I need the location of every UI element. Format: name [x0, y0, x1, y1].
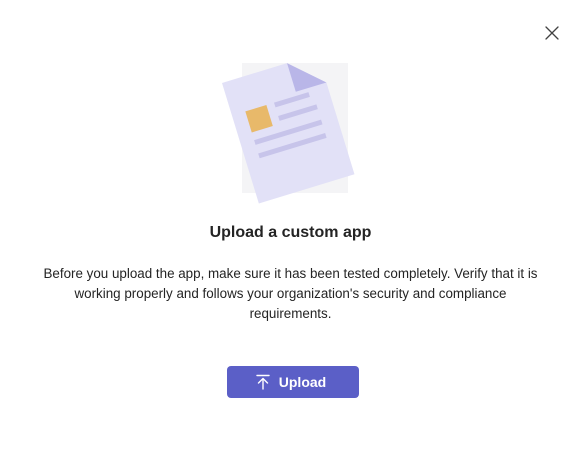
upload-button-label: Upload: [278, 374, 327, 390]
close-button[interactable]: [540, 21, 564, 45]
upload-button[interactable]: Upload: [227, 366, 359, 398]
upload-custom-app-dialog: Upload a custom app Before you upload th…: [0, 0, 581, 449]
dialog-description: Before you upload the app, make sure it …: [43, 266, 538, 321]
dialog-title: Upload a custom app: [209, 224, 372, 241]
document-icon: [222, 63, 355, 204]
upload-arrow-icon: [256, 374, 270, 390]
close-icon: [545, 26, 559, 40]
